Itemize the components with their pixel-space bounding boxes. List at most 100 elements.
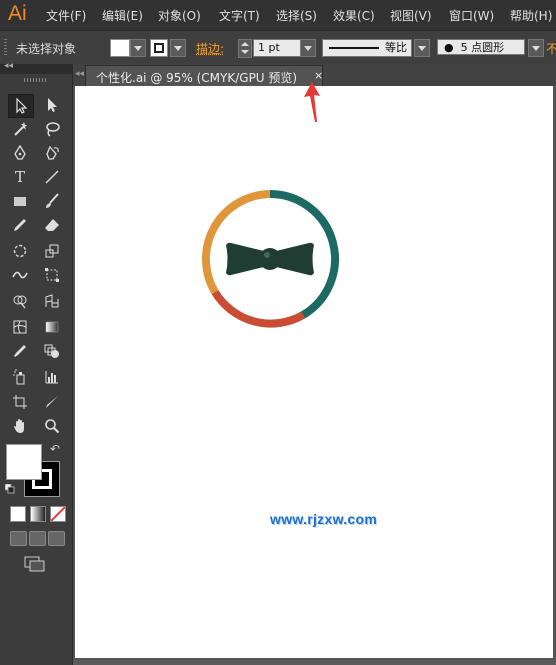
menu-view[interactable]: 视图(V) (390, 7, 432, 24)
zoom-tool[interactable] (40, 415, 64, 437)
width-icon (12, 271, 28, 279)
spray-can-icon (13, 369, 25, 385)
selection-arrow-icon (16, 98, 28, 114)
ring-orange-segment (202, 190, 271, 295)
menu-bar: Ai 文件(F) 编辑(E) 对象(O) 文字(T) 选择(S) 效果(C) 视… (0, 0, 556, 30)
document-tab[interactable]: 个性化.ai @ 95% (CMYK/GPU 预览) × (85, 65, 323, 87)
magnifier-icon (45, 419, 60, 434)
brush-definition[interactable]: ● 5 点圆形 (437, 39, 525, 55)
fill-color-dropdown[interactable] (130, 39, 146, 57)
free-transform-icon (45, 268, 59, 282)
profile-dropdown[interactable] (414, 39, 430, 57)
none-slash-icon (51, 507, 65, 521)
lasso-icon (46, 122, 60, 137)
panel-collapse-grip[interactable]: ◂◂ (75, 69, 84, 79)
selection-status-label: 未选择对象 (16, 42, 77, 56)
menu-window[interactable]: 窗口(W) (449, 7, 494, 24)
ring-red-segment (211, 289, 305, 328)
free-transform-tool[interactable] (40, 264, 64, 286)
collapse-icon[interactable]: ◂◂ (4, 61, 13, 71)
slice-knife-icon (46, 396, 58, 408)
paintbrush-tool[interactable] (40, 190, 64, 212)
swap-fill-stroke-icon[interactable]: ↶ (50, 442, 60, 456)
profile-line-preview (329, 47, 379, 49)
rotate-icon (13, 244, 27, 258)
app-logo: Ai (8, 2, 27, 25)
color-mode-button[interactable] (10, 506, 26, 522)
type-tool[interactable]: T (8, 166, 32, 188)
variable-width-profile[interactable]: 等比 (322, 39, 412, 57)
menu-select[interactable]: 选择(S) (276, 7, 317, 24)
blend-icon (44, 344, 59, 358)
magic-wand-icon (14, 122, 27, 136)
eyedropper-tool[interactable] (8, 340, 32, 362)
stroke-weight-dropdown[interactable] (300, 39, 316, 57)
menu-help[interactable]: 帮助(H) (510, 7, 552, 24)
brush-dropdown[interactable] (528, 39, 544, 57)
draw-normal-button[interactable] (10, 531, 27, 546)
stroke-color-dropdown[interactable] (170, 39, 186, 57)
gradient-mode-button[interactable] (30, 506, 46, 522)
direct-selection-tool[interactable] (40, 94, 64, 116)
stroke-color-swatch[interactable] (150, 39, 168, 57)
stroke-weight-field[interactable]: 1 pt (253, 39, 303, 57)
control-bar-grip[interactable] (4, 39, 7, 57)
rotate-tool[interactable] (8, 240, 32, 262)
curvature-pen-icon (46, 145, 59, 160)
mesh-tool[interactable] (8, 316, 32, 338)
magic-wand-tool[interactable] (8, 118, 32, 140)
control-bar: 未选择对象 描边: 1 pt 等比 ● 5 点圆形 不 (0, 30, 556, 65)
tools-panel-grip[interactable] (24, 78, 46, 82)
curvature-tool[interactable] (40, 142, 64, 164)
line-segment-tool[interactable] (40, 166, 64, 188)
document-tab-title: 个性化.ai @ 95% (CMYK/GPU 预览) (96, 71, 298, 85)
slice-tool[interactable] (40, 391, 64, 413)
eyedropper-icon (14, 345, 26, 357)
bowtie-emblem (202, 190, 339, 328)
rectangle-tool[interactable] (8, 190, 32, 212)
none-mode-button[interactable] (50, 506, 66, 522)
scale-tool[interactable] (40, 240, 64, 262)
lasso-tool[interactable] (40, 118, 64, 140)
screen-mode-icon[interactable] (24, 556, 46, 572)
shape-builder-tool[interactable] (8, 290, 32, 312)
menu-file[interactable]: 文件(F) (46, 7, 86, 24)
artboard-tool[interactable] (8, 391, 32, 413)
shape-builder-icon (13, 295, 27, 309)
gradient-tool[interactable] (40, 316, 64, 338)
brush-dot-icon: ● (444, 41, 454, 54)
profile-label: 等比 (385, 41, 407, 54)
fill-color-swatch[interactable] (110, 39, 130, 57)
site-watermark: www.rjzxw.com (270, 511, 378, 527)
draw-inside-button[interactable] (48, 531, 65, 546)
menu-object[interactable]: 对象(O) (158, 7, 201, 24)
bowtie-icon (226, 242, 314, 276)
pencil-tool[interactable] (8, 214, 32, 236)
column-graph-tool[interactable] (40, 366, 64, 388)
pencil-icon (14, 219, 26, 231)
direct-selection-arrow-icon (48, 98, 57, 112)
tools-panel-header[interactable]: ◂◂ (0, 61, 72, 74)
perspective-grid-tool[interactable] (40, 290, 64, 312)
fill-color-box[interactable] (6, 444, 42, 480)
eraser-tool[interactable] (40, 214, 64, 236)
blend-tool[interactable] (40, 340, 64, 362)
opacity-link-partial[interactable]: 不 (546, 40, 556, 57)
paintbrush-icon (46, 193, 59, 208)
selection-tool[interactable] (8, 94, 34, 118)
default-colors-icon[interactable] (5, 484, 15, 494)
hand-tool[interactable] (8, 415, 32, 437)
artboard-icon (13, 395, 27, 409)
menu-effect[interactable]: 效果(C) (333, 7, 375, 24)
stroke-weight-stepper[interactable] (238, 39, 252, 58)
pen-tool[interactable] (8, 142, 32, 164)
symbol-sprayer-tool[interactable] (8, 366, 32, 388)
width-tool[interactable] (8, 264, 32, 286)
gradient-icon (45, 321, 59, 333)
menu-edit[interactable]: 编辑(E) (102, 7, 143, 24)
menu-type[interactable]: 文字(T) (219, 7, 260, 24)
artboard-canvas[interactable] (75, 86, 553, 658)
draw-behind-button[interactable] (29, 531, 46, 546)
scale-icon (45, 244, 59, 258)
stroke-panel-link[interactable]: 描边: (196, 40, 224, 57)
